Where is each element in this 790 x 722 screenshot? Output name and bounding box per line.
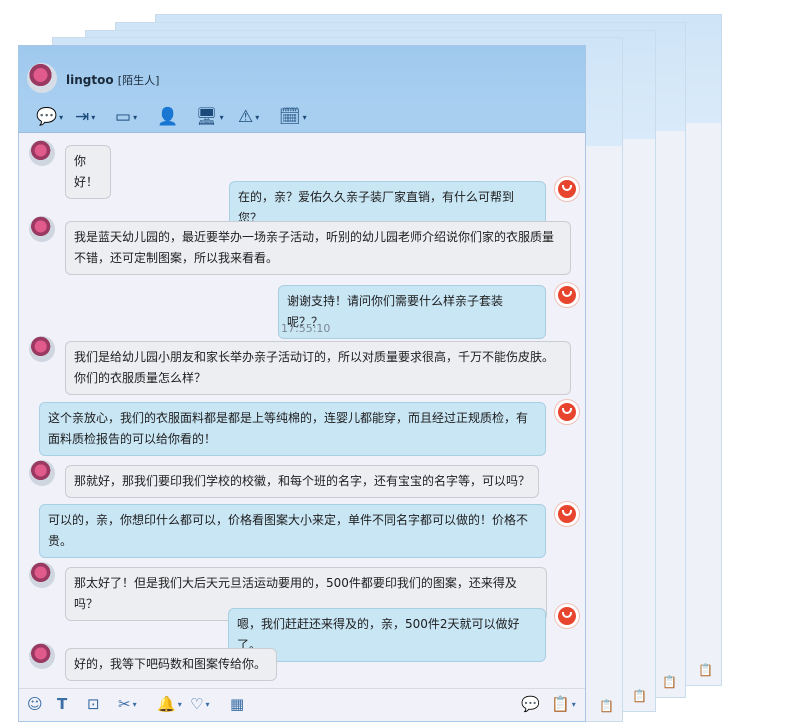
contact-avatar[interactable] [29, 336, 55, 362]
toolbar-file-button[interactable]: ⇥ ▾ [75, 105, 95, 129]
toolbar-remote-button[interactable]: ⚠ ▾ [238, 105, 259, 129]
message-line: 我是蓝天幼儿园的，最近要举办一场亲子活动，听别的幼儿园老师介绍说你们家的衣服质量 [74, 230, 555, 244]
document-icon: 📋 [632, 689, 647, 703]
contact-name[interactable]: lingtoo [陌生人] [66, 72, 159, 88]
incoming-message: 我是蓝天幼儿园的，最近要举办一场亲子活动，听别的幼儿园老师介绍说你们家的衣服质量… [65, 221, 571, 275]
contact-avatar[interactable] [27, 63, 57, 93]
message-line: 不错，还可定制图案，所以我来看看。 [74, 251, 279, 265]
magic-emoji-button[interactable]: ⊡ [87, 695, 100, 713]
message-line: 这个亲放心，我们的衣服面料都是都是上等纯棉的，连婴儿都能穿，而且经过正规质检，有 [48, 411, 529, 425]
message-log-icon: 📋 [551, 695, 570, 713]
shake-button[interactable]: 🔔 ▾ [157, 695, 182, 713]
chat-history-button[interactable]: 💬 [521, 695, 540, 713]
input-toolbar: ☺ T ⊡ ✂ ▾ 🔔 ▾ ♡ ▾ ▦ 💬 📋 ▾ [19, 688, 585, 721]
contact-avatar[interactable] [29, 562, 55, 588]
contact-avatar[interactable] [29, 460, 55, 486]
magic-emoji-icon: ⊡ [87, 695, 100, 713]
chat-bubble-icon: 💬 [36, 107, 58, 127]
incoming-message: 那就好，那我们要印我们学校的校徽，和每个班的名字，还有宝宝的名字等，可以吗？ [65, 465, 539, 498]
contact-avatar[interactable] [29, 140, 55, 166]
my-avatar[interactable] [554, 282, 580, 308]
outgoing-message: 可以的，亲，你想印什么都可以，价格看图案大小来定，单件不同名字都可以做的！价格不… [39, 504, 546, 558]
font-button[interactable]: T [57, 695, 67, 713]
screen-share-icon: 🖥 [196, 107, 218, 127]
image-button[interactable]: ▦ [230, 695, 244, 713]
message-line: 我们是给幼儿园小朋友和家长举办亲子活动订的，所以对质量要求很高，千万不能伤皮肤。 [74, 350, 555, 364]
incoming-message: 我们是给幼儿园小朋友和家长举办亲子活动订的，所以对质量要求很高，千万不能伤皮肤。… [65, 341, 571, 395]
incoming-message: 好的，我等下吧码数和图案传给你。 [65, 648, 277, 681]
message-log-button[interactable]: 📋 ▾ [551, 695, 576, 713]
toolbar-screen-share-button[interactable]: 🖥 ▾ [196, 105, 224, 129]
gift-button[interactable]: ♡ ▾ [190, 695, 209, 713]
contact-tag: [陌生人] [117, 74, 160, 87]
toolbar-video-button[interactable]: ▭ ▾ [115, 105, 137, 129]
outgoing-message: 这个亲放心，我们的衣服面料都是都是上等纯棉的，连婴儿都能穿，而且经过正规质检，有… [39, 402, 546, 456]
contact-name-text[interactable]: lingtoo [66, 73, 114, 87]
toolbar-chat-button[interactable]: 💬 ▾ [36, 105, 63, 129]
my-avatar[interactable] [554, 176, 580, 202]
my-avatar[interactable] [554, 501, 580, 527]
remote-assist-icon: ⚠ [238, 107, 254, 127]
toolbar-add-contact-button[interactable]: 👤 [157, 105, 178, 129]
message-line: 你们的衣服质量怎么样？ [74, 371, 207, 385]
message-line: 那就好，那我们要印我们学校的校徽，和每个班的名字，还有宝宝的名字等，可以吗？ [74, 474, 531, 488]
message-timestamp: 17:55:10 [281, 322, 331, 335]
my-avatar[interactable] [554, 603, 580, 629]
chat-history-icon: 💬 [521, 695, 540, 713]
screenshot-button[interactable]: ✂ ▾ [118, 695, 137, 713]
heart-icon: ♡ [190, 695, 204, 713]
image-icon: ▦ [230, 695, 245, 713]
message-line: 贵。 [48, 534, 73, 548]
video-call-icon: ▭ [115, 107, 132, 127]
file-transfer-icon: ⇥ [75, 107, 90, 127]
title-bar: lingtoo [陌生人] [19, 46, 585, 102]
document-icon: 📋 [662, 675, 677, 689]
chat-window: lingtoo [陌生人] 💬 ▾ ⇥ ▾ ▭ ▾ 👤 🖥 ▾ ⚠ ▾ 🗓 ▾ 你好！ 在的… [18, 45, 586, 722]
document-icon: 📋 [599, 699, 614, 713]
chat-toolbar: 💬 ▾ ⇥ ▾ ▭ ▾ 👤 🖥 ▾ ⚠ ▾ 🗓 ▾ [19, 102, 585, 133]
emoji-icon: ☺ [27, 695, 43, 713]
message-line: 嗯，我们赶赶还来得及的，亲，500件2天就可以做好了。 [237, 617, 520, 652]
contact-avatar[interactable] [29, 643, 55, 669]
message-line: 好的，我等下吧码数和图案传给你。 [74, 657, 267, 671]
incoming-message: 你好！ [65, 145, 111, 199]
document-icon: 📋 [698, 663, 713, 677]
emoji-button[interactable]: ☺ [27, 695, 43, 713]
message-line: 面料质检报告的可以给你看的！ [48, 432, 217, 446]
add-contact-icon: 👤 [157, 107, 179, 127]
calendar-icon: 🗓 [279, 107, 301, 127]
contact-avatar[interactable] [29, 216, 55, 242]
screenshot-scissors-icon: ✂ [118, 695, 131, 713]
my-avatar[interactable] [554, 399, 580, 425]
toolbar-calendar-button[interactable]: 🗓 ▾ [279, 105, 307, 129]
message-line: 可以的，亲，你想印什么都可以，价格看图案大小来定，单件不同名字都可以做的！价格不 [48, 513, 529, 527]
message-line: 你好！ [74, 154, 99, 189]
font-icon: T [57, 695, 68, 713]
bell-icon: 🔔 [157, 695, 176, 713]
